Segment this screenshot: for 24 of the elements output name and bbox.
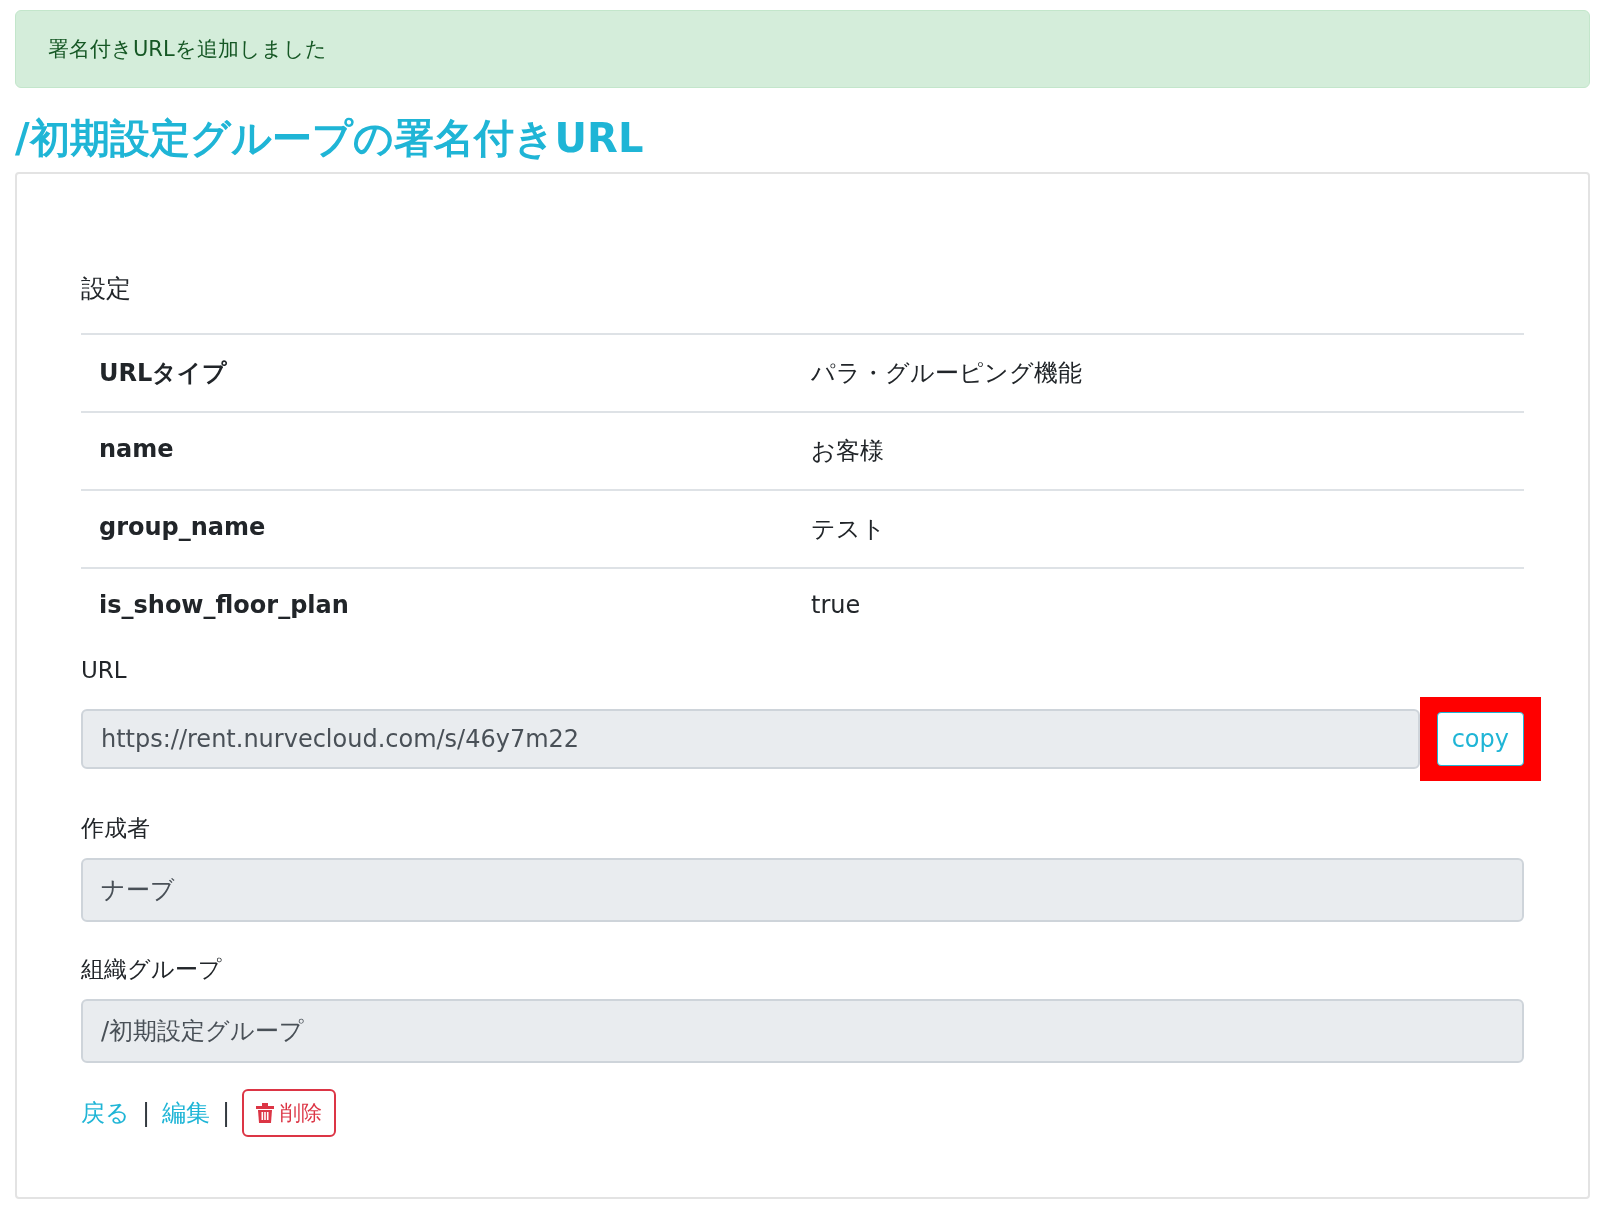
table-cell-text: name [99,435,175,465]
link[interactable]: 戻る [81,1097,130,1129]
field-label: 作成者 [81,814,151,843]
table-cell-text: true [811,591,862,619]
separator: | [222,1099,231,1127]
copy-button[interactable]: copy [1436,712,1524,766]
input-field[interactable]: https://rent.nurvecloud.com/s/46y7m22 [81,709,1420,769]
table-cell-text: お客様 [811,436,885,467]
input-field[interactable]: /初期設定グループ [81,999,1524,1063]
table-cell-text: is_show_floor_plan [99,591,350,619]
trash-icon [256,1103,275,1123]
table-cell-text: group_name [99,513,267,543]
table-cell-text: パラ・グルーピング機能 [811,358,1083,389]
input-field[interactable]: ナーブ [81,858,1524,922]
delete-button[interactable]: 削除 [242,1089,337,1137]
field-label: 組織グループ [81,955,223,984]
success-alert: 署名付きURLを追加しました [15,10,1590,88]
table-cell-text: テスト [811,514,887,545]
field-label: URL [81,657,128,683]
link[interactable]: 編集 [162,1097,211,1129]
page-title: /初期設定グループの署名付きURL [15,114,645,162]
separator: | [142,1099,151,1127]
section-heading: 設定 [81,273,132,305]
table-cell-text: URLタイプ [99,358,229,389]
